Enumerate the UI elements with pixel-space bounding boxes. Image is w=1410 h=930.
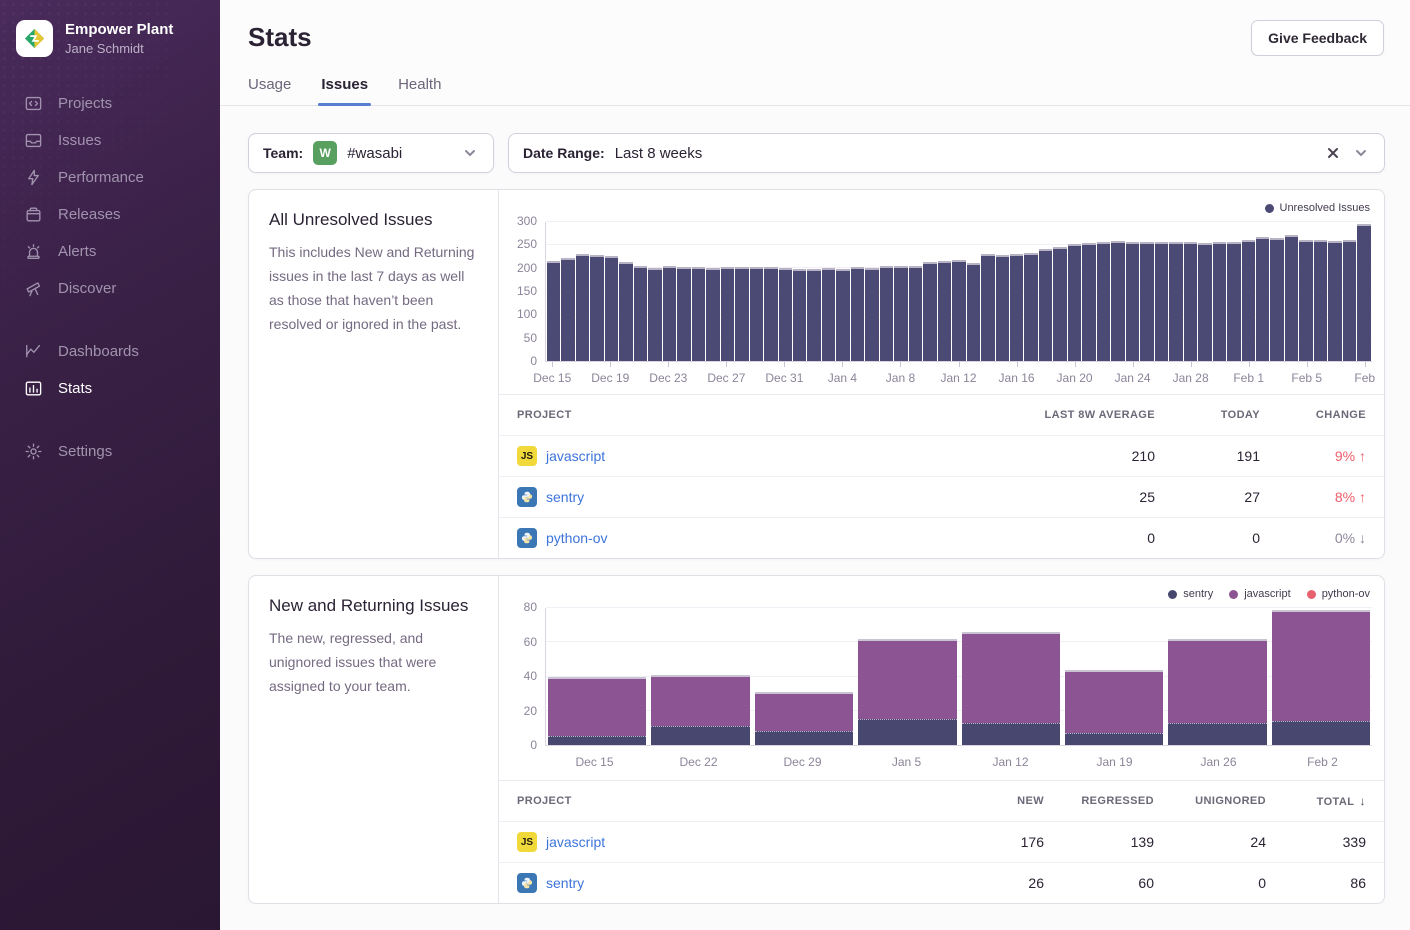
arrow-down-icon: ↓: [1359, 530, 1366, 546]
page-title: Stats: [248, 22, 312, 53]
panel-title: New and Returning Issues: [269, 596, 478, 616]
sidebar-item-alerts[interactable]: Alerts: [0, 233, 220, 270]
panel-title: All Unresolved Issues: [269, 210, 478, 230]
legend-dot-python-ov: [1307, 590, 1316, 599]
issues-icon: [24, 131, 43, 150]
releases-icon: [24, 205, 43, 224]
dashboards-icon: [24, 342, 43, 361]
give-feedback-button[interactable]: Give Feedback: [1251, 20, 1384, 56]
legend-dot-javascript: [1229, 590, 1238, 599]
org-logo-icon: [16, 20, 53, 57]
chevron-down-icon: [1352, 144, 1370, 162]
date-range-select[interactable]: Date Range: Last 8 weeks: [508, 133, 1385, 173]
tab-issues[interactable]: Issues: [321, 76, 368, 105]
total-sort-header[interactable]: Total ↓: [1266, 794, 1366, 808]
sidebar-item-discover[interactable]: Discover: [0, 270, 220, 307]
panel-all-unresolved-issues: All Unresolved Issues This includes New …: [248, 189, 1385, 559]
unresolved-chart-legend: Unresolved Issues: [499, 200, 1384, 222]
team-label: Team:: [263, 145, 303, 161]
sidebar: Empower Plant Jane Schmidt Projects Issu…: [0, 0, 220, 930]
panel-new-returning-issues: New and Returning Issues The new, regres…: [248, 575, 1385, 904]
legend-dot-unresolved: [1265, 204, 1274, 213]
table-row: python-ov 0 0 0% ↓: [499, 517, 1384, 558]
unresolved-plot: [545, 222, 1372, 362]
newreturning-xlabels: Dec 15Dec 22Dec 29Jan 5Jan 12Jan 19Jan 2…: [545, 746, 1372, 776]
nav-secondary: Dashboards Stats: [0, 333, 220, 407]
date-range-label: Date Range:: [523, 145, 605, 161]
newreturning-yaxis: 020406080: [507, 608, 545, 746]
legend-dot-sentry: [1168, 590, 1177, 599]
newreturning-chart-legend: sentry javascript python-ov: [499, 586, 1384, 608]
project-link[interactable]: javascript: [546, 834, 605, 850]
tab-health[interactable]: Health: [398, 76, 441, 105]
panel-description: The new, regressed, and unignored issues…: [269, 626, 478, 698]
tabs: Usage Issues Health: [220, 56, 1410, 106]
stats-icon: [24, 379, 43, 398]
unresolved-table: Project Last 8W Average Today Change JS …: [499, 394, 1384, 558]
content-area: Team: W #wasabi Date Range: Last 8 weeks: [220, 106, 1410, 904]
project-link[interactable]: python-ov: [546, 530, 607, 546]
nav-primary: Projects Issues Performance Releases Ale…: [0, 85, 220, 307]
python-project-icon: [517, 528, 537, 548]
app-window: Empower Plant Jane Schmidt Projects Issu…: [0, 0, 1410, 930]
unresolved-yaxis: 050100150200250300: [507, 222, 545, 362]
tab-usage[interactable]: Usage: [248, 76, 291, 105]
performance-icon: [24, 168, 43, 187]
new-returning-table: Project New Regressed Unignored Total ↓ …: [499, 780, 1384, 903]
team-select[interactable]: Team: W #wasabi: [248, 133, 494, 173]
table-row: sentry 26 60 0 86: [499, 862, 1384, 903]
sidebar-item-settings[interactable]: Settings: [0, 433, 220, 470]
sidebar-item-performance[interactable]: Performance: [0, 159, 220, 196]
unresolved-xlabels: Dec 15Dec 19Dec 23Dec 27Dec 31Jan 4Jan 8…: [545, 362, 1372, 390]
alerts-icon: [24, 242, 43, 261]
arrow-up-icon: ↑: [1359, 489, 1366, 505]
org-switcher[interactable]: Empower Plant Jane Schmidt: [0, 0, 220, 71]
projects-icon: [24, 94, 43, 113]
change-cell: 9% ↑: [1260, 448, 1366, 464]
team-value: #wasabi: [347, 145, 402, 162]
newreturning-plot: [545, 608, 1372, 746]
new-returning-chart: 020406080: [499, 608, 1384, 746]
sidebar-item-stats[interactable]: Stats: [0, 370, 220, 407]
filter-row: Team: W #wasabi Date Range: Last 8 weeks: [248, 133, 1385, 173]
unresolved-issues-chart: 050100150200250300: [499, 222, 1384, 362]
sort-descending-icon: ↓: [1360, 794, 1366, 808]
python-project-icon: [517, 487, 537, 507]
sidebar-item-dashboards[interactable]: Dashboards: [0, 333, 220, 370]
clear-date-range-icon[interactable]: [1324, 144, 1342, 162]
panel-description: This includes New and Returning issues i…: [269, 240, 478, 336]
team-avatar: W: [313, 141, 337, 165]
nav-tertiary: Settings: [0, 433, 220, 470]
sidebar-item-releases[interactable]: Releases: [0, 196, 220, 233]
page-header: Stats Give Feedback: [220, 0, 1410, 56]
table-row: JS javascript 176 139 24 339: [499, 821, 1384, 862]
main-content: Stats Give Feedback Usage Issues Health …: [220, 0, 1410, 930]
table-row: JS javascript 210 191 9% ↑: [499, 435, 1384, 476]
javascript-project-icon: JS: [517, 832, 537, 852]
settings-icon: [24, 442, 43, 461]
sidebar-item-projects[interactable]: Projects: [0, 85, 220, 122]
change-cell: 0% ↓: [1260, 530, 1366, 546]
change-cell: 8% ↑: [1260, 489, 1366, 505]
discover-icon: [24, 279, 43, 298]
python-project-icon: [517, 873, 537, 893]
date-range-value: Last 8 weeks: [615, 145, 703, 162]
project-link[interactable]: sentry: [546, 875, 584, 891]
table-row: sentry 25 27 8% ↑: [499, 476, 1384, 517]
arrow-up-icon: ↑: [1359, 448, 1366, 464]
javascript-project-icon: JS: [517, 446, 537, 466]
user-name: Jane Schmidt: [65, 40, 173, 57]
org-name: Empower Plant: [65, 20, 173, 39]
project-link[interactable]: sentry: [546, 489, 584, 505]
sidebar-item-issues[interactable]: Issues: [0, 122, 220, 159]
project-link[interactable]: javascript: [546, 448, 605, 464]
chevron-down-icon: [461, 144, 479, 162]
